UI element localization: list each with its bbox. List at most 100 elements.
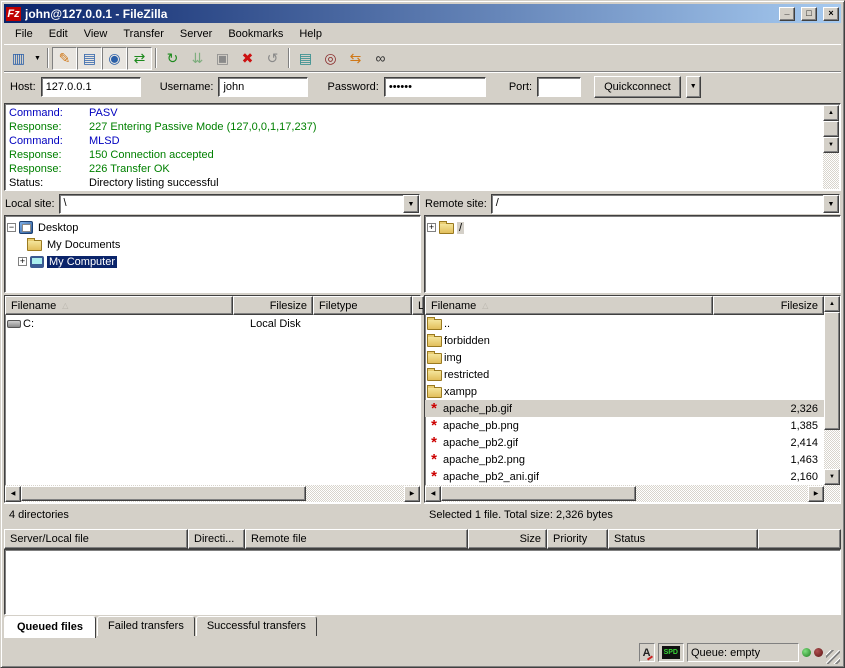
file-name: apache_pb2.gif: [441, 437, 518, 449]
column-header-size[interactable]: Size: [468, 529, 547, 549]
local-hscrollbar[interactable]: ◀ ▶: [5, 485, 420, 502]
chevron-down-icon[interactable]: ▼: [403, 195, 419, 213]
tree-item-desktop[interactable]: − Desktop: [7, 219, 418, 236]
tree-item-my-documents[interactable]: My Documents: [27, 236, 418, 253]
toggle-remote-tree-button[interactable]: ◉: [102, 47, 127, 70]
site-manager-dropdown-button[interactable]: ▼: [31, 47, 44, 70]
column-header-filetype[interactable]: Filetype: [313, 296, 412, 315]
file-row[interactable]: ..: [425, 315, 824, 332]
expander-icon[interactable]: −: [7, 223, 16, 232]
toggle-message-log-button[interactable]: ✎: [52, 47, 77, 70]
tab-queued-files[interactable]: Queued files: [4, 616, 96, 638]
tree-label: Desktop: [36, 222, 80, 234]
file-row[interactable]: *apache_pb2.gif2,414: [425, 434, 824, 451]
file-row[interactable]: forbidden: [425, 332, 824, 349]
tree-item-root[interactable]: + /: [427, 219, 838, 236]
menu-bookmarks[interactable]: Bookmarks: [220, 26, 291, 42]
file-name: restricted: [442, 369, 489, 381]
minimize-button[interactable]: _: [779, 7, 795, 21]
file-row[interactable]: xampp: [425, 383, 824, 400]
scroll-down-icon[interactable]: ▼: [823, 137, 839, 153]
scrollbar-thumb[interactable]: [441, 486, 636, 501]
file-row[interactable]: *apache_pb.png1,385: [425, 417, 824, 434]
quickconnect-button[interactable]: Quickconnect: [594, 76, 681, 98]
file-row-selected[interactable]: *apache_pb.gif2,326: [425, 400, 824, 417]
scroll-down-icon[interactable]: ▼: [824, 469, 840, 485]
column-header-remote-file[interactable]: Remote file: [245, 529, 468, 549]
column-header-priority[interactable]: Priority: [547, 529, 608, 549]
file-row[interactable]: img: [425, 349, 824, 366]
remote-pane: Remote site: / ▼ + / Filename△ Filesize: [424, 193, 841, 527]
synchronized-browsing-button[interactable]: ⇆: [343, 47, 368, 70]
column-header-filesize[interactable]: Filesize: [233, 296, 313, 315]
scroll-up-icon[interactable]: ▲: [824, 296, 840, 312]
menu-view[interactable]: View: [76, 26, 116, 42]
resize-grip[interactable]: [826, 650, 840, 664]
remote-hscrollbar[interactable]: ◀ ▶: [425, 485, 824, 502]
site-manager-button[interactable]: ▥: [6, 47, 31, 70]
folder-icon: [427, 336, 442, 347]
chevron-down-icon: ▼: [34, 55, 41, 62]
find-files-button[interactable]: ∞: [368, 47, 393, 70]
disconnect-button[interactable]: ✖: [235, 47, 260, 70]
queue-body[interactable]: [4, 549, 841, 615]
log-scrollbar[interactable]: ▲ ▼: [823, 105, 839, 189]
column-header-filename[interactable]: Filename△: [425, 296, 713, 315]
scrollbar-thumb[interactable]: [823, 121, 839, 137]
speed-limit-indicator[interactable]: SPD: [658, 643, 684, 662]
disconnect-icon: ✖: [242, 50, 254, 67]
file-row[interactable]: *apache_pb2.png1,463: [425, 451, 824, 468]
tree-item-my-computer[interactable]: + My Computer: [18, 253, 418, 270]
host-input[interactable]: [41, 77, 141, 97]
username-label: Username:: [160, 81, 214, 93]
menu-server[interactable]: Server: [172, 26, 220, 42]
tab-successful-transfers[interactable]: Successful transfers: [196, 616, 317, 636]
directory-comparison-button[interactable]: ◎: [318, 47, 343, 70]
toggle-queue-button[interactable]: ⇄: [127, 47, 152, 70]
datatype-indicator-icon[interactable]: A: [639, 643, 655, 662]
scroll-right-icon[interactable]: ▶: [808, 486, 824, 502]
close-button[interactable]: ×: [823, 7, 839, 21]
scroll-up-icon[interactable]: ▲: [823, 105, 839, 121]
username-input[interactable]: [218, 77, 308, 97]
tab-failed-transfers[interactable]: Failed transfers: [97, 616, 195, 636]
chevron-down-icon[interactable]: ▼: [823, 195, 839, 213]
port-input[interactable]: [537, 77, 581, 97]
scrollbar-thumb[interactable]: [21, 486, 306, 501]
scroll-left-icon[interactable]: ◀: [5, 486, 21, 502]
local-site-combo[interactable]: \ ▼: [59, 194, 420, 214]
scrollbar-thumb[interactable]: [824, 312, 840, 430]
scroll-right-icon[interactable]: ▶: [404, 486, 420, 502]
reconnect-icon: ↺: [267, 50, 279, 67]
scroll-left-icon[interactable]: ◀: [425, 486, 441, 502]
process-queue-button[interactable]: ⇊: [185, 47, 210, 70]
filename-filters-button[interactable]: ▤: [293, 47, 318, 70]
refresh-button[interactable]: ↻: [160, 47, 185, 70]
log-line: Command:MLSD: [9, 134, 820, 148]
column-header-filesize[interactable]: Filesize: [713, 296, 824, 315]
menu-help[interactable]: Help: [291, 26, 330, 42]
expander-icon[interactable]: +: [18, 257, 27, 266]
filezilla-app-icon: Fz: [6, 7, 21, 21]
toggle-local-tree-button[interactable]: ▤: [77, 47, 102, 70]
cancel-button[interactable]: ▣: [210, 47, 235, 70]
folder-icon: [427, 370, 442, 381]
maximize-button[interactable]: □: [801, 7, 817, 21]
remote-vscrollbar[interactable]: ▲ ▼: [824, 296, 840, 502]
menu-transfer[interactable]: Transfer: [115, 26, 172, 42]
column-header-lastmodified[interactable]: L: [412, 296, 424, 315]
column-header-direction[interactable]: Directi...: [188, 529, 245, 549]
file-row[interactable]: C: Local Disk: [5, 315, 420, 332]
reconnect-button[interactable]: ↺: [260, 47, 285, 70]
menu-edit[interactable]: Edit: [41, 26, 76, 42]
column-header-status[interactable]: Status: [608, 529, 758, 549]
expander-icon[interactable]: +: [427, 223, 436, 232]
remote-site-combo[interactable]: / ▼: [491, 194, 840, 214]
column-header-filename[interactable]: Filename△: [5, 296, 233, 315]
quickconnect-dropdown-button[interactable]: ▼: [686, 76, 701, 98]
file-row[interactable]: *apache_pb2_ani.gif2,160: [425, 468, 824, 485]
menu-file[interactable]: File: [7, 26, 41, 42]
password-input[interactable]: [384, 77, 486, 97]
column-header-server-local-file[interactable]: Server/Local file: [4, 529, 188, 549]
file-row[interactable]: restricted: [425, 366, 824, 383]
